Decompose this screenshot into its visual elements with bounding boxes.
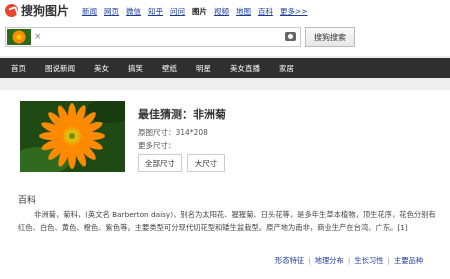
logo-text: 搜狗图片 <box>21 3 70 18</box>
main-nav-funny[interactable]: 搞笑 <box>128 63 143 74</box>
top-bar: 搜狗图片 新闻 网页 微信 知乎 问问 图片 视频 地图 百科 更多>> <box>0 0 450 22</box>
all-sizes-button[interactable]: 全部尺寸 <box>138 154 182 172</box>
baike-description: 非洲菊，菊科，(英文名 Barberton daisy)，别名为太阳花、猩猩菊、… <box>18 210 436 232</box>
result-card: 最佳猜测：非洲菊 原图尺寸：314*208 更多尺寸： 全部尺寸 大尺寸 百科 … <box>0 90 450 279</box>
query-image-thumbnail <box>7 29 31 45</box>
tag-separator: | <box>347 256 351 265</box>
tag-morphology[interactable]: 形态特征 <box>275 256 304 266</box>
tag-distribution[interactable]: 地理分布 <box>315 256 344 266</box>
nav-link-web[interactable]: 网页 <box>104 6 119 17</box>
main-nav-news[interactable]: 图说新闻 <box>45 63 75 74</box>
baike-tags: 形态特征 | 地理分布 | 生长习性 | 主要品种 <box>275 256 423 266</box>
more-sizes-label: 更多尺寸： <box>138 141 176 150</box>
search-button[interactable]: 搜狗搜索 <box>305 27 355 47</box>
main-nav-celebrity[interactable]: 明星 <box>196 63 211 74</box>
tag-separator: | <box>387 256 390 265</box>
nav-link-zhihu[interactable]: 知乎 <box>148 6 163 17</box>
nav-link-map[interactable]: 地图 <box>236 6 251 17</box>
main-nav-wallpaper[interactable]: 壁纸 <box>162 63 177 74</box>
camera-icon[interactable] <box>285 32 296 41</box>
main-nav-live[interactable]: 美女直播 <box>230 63 260 74</box>
nav-link-images[interactable]: 图片 <box>192 6 207 17</box>
large-size-button[interactable]: 大尺寸 <box>187 154 225 172</box>
search-row: × 搜狗搜索 <box>0 22 450 56</box>
main-nav-beauty[interactable]: 美女 <box>94 63 109 74</box>
best-guess-label: 最佳猜测： <box>138 108 193 121</box>
tag-growth-habit[interactable]: 生长习性 <box>354 256 383 266</box>
close-icon[interactable]: × <box>34 31 42 43</box>
nav-link-video[interactable]: 视频 <box>214 6 229 17</box>
main-nav: 首页 图说新闻 美女 搞笑 壁纸 明星 美女直播 家居 <box>0 58 450 78</box>
flower-image <box>20 101 125 172</box>
best-guess-title: 最佳猜测：非洲菊 <box>138 106 226 122</box>
main-nav-home-decor[interactable]: 家居 <box>279 63 294 74</box>
nav-link-baike[interactable]: 百科 <box>258 6 273 17</box>
search-input[interactable]: × <box>5 27 301 47</box>
tag-main-varieties[interactable]: 主要品种 <box>394 256 423 266</box>
baike-heading: 百科 <box>18 196 37 206</box>
nav-link-weixin[interactable]: 微信 <box>126 6 141 17</box>
nav-link-wenwen[interactable]: 问问 <box>170 6 185 17</box>
sogou-logo[interactable]: 搜狗图片 <box>5 3 70 18</box>
sogou-logo-icon <box>5 3 18 17</box>
channel-nav: 新闻 网页 微信 知乎 问问 图片 视频 地图 百科 更多>> <box>82 6 315 17</box>
original-size: 原图尺寸：314*208 <box>138 128 208 137</box>
nav-link-news[interactable]: 新闻 <box>82 6 97 17</box>
nav-link-more[interactable]: 更多>> <box>280 6 308 17</box>
tag-separator: | <box>308 256 311 265</box>
main-nav-home[interactable]: 首页 <box>11 63 26 74</box>
best-guess-value[interactable]: 非洲菊 <box>193 108 226 121</box>
result-image[interactable] <box>20 101 125 172</box>
